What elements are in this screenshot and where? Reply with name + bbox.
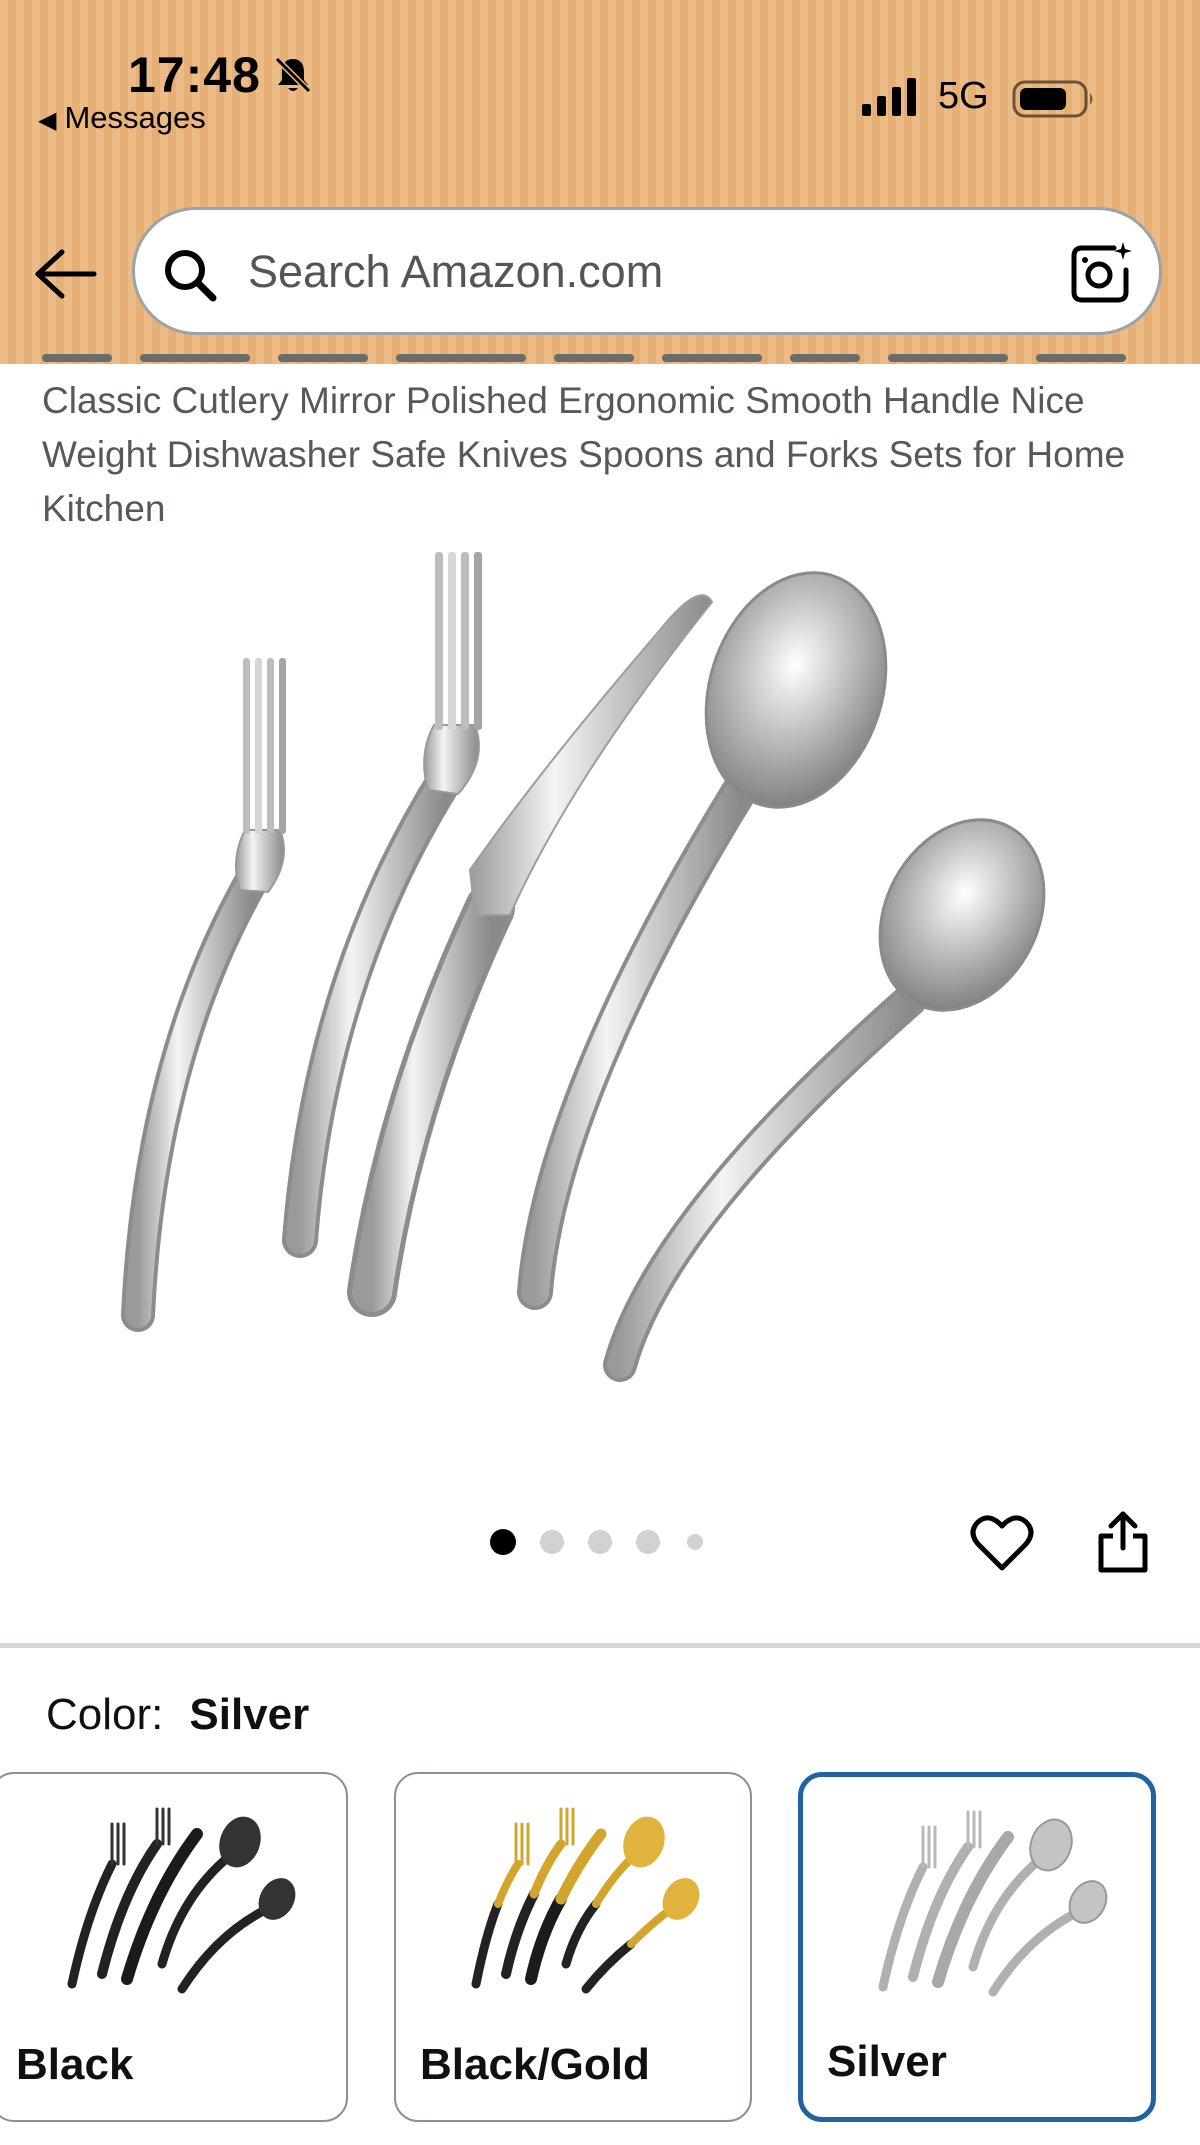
search-icon bbox=[165, 250, 217, 302]
bell-slash-icon bbox=[274, 56, 312, 94]
swatch-image-silver bbox=[878, 1810, 1108, 1997]
product-image[interactable] bbox=[100, 540, 1100, 1420]
pagination-dot[interactable] bbox=[588, 1530, 612, 1554]
swatch-image-black-gold bbox=[471, 1807, 700, 1994]
salad-fork bbox=[121, 658, 286, 1332]
back-arrow-icon[interactable] bbox=[32, 246, 98, 302]
search-input[interactable] bbox=[246, 234, 950, 310]
pagination-dot-active[interactable] bbox=[490, 1529, 516, 1555]
pagination-dot[interactable] bbox=[540, 1530, 564, 1554]
camera-lens-icon[interactable] bbox=[1068, 240, 1134, 306]
color-option-label: Black/Gold bbox=[420, 2040, 650, 2089]
search-bar[interactable] bbox=[132, 207, 1162, 335]
color-option-label: Silver bbox=[827, 2037, 947, 2086]
color-option-label: Black bbox=[16, 2040, 134, 2089]
pagination-dot[interactable] bbox=[636, 1530, 660, 1554]
color-selection-header: Color: Silver bbox=[46, 1690, 309, 1740]
color-option-black[interactable]: Black bbox=[0, 1772, 348, 2122]
product-title[interactable]: Classic Cutlery Mirror Polished Ergonomi… bbox=[42, 374, 1182, 536]
back-app-label: Messages bbox=[64, 100, 206, 135]
back-to-messages[interactable]: ◀ Messages bbox=[38, 100, 206, 136]
back-triangle-icon: ◀ bbox=[38, 107, 57, 134]
heart-icon[interactable] bbox=[970, 1513, 1034, 1573]
cellular-signal-icon bbox=[862, 78, 916, 116]
pagination-dot[interactable] bbox=[687, 1534, 703, 1550]
battery-icon bbox=[1012, 80, 1093, 118]
header: 17:48 ◀ Messages 5G bbox=[0, 0, 1200, 364]
swatch-image-black bbox=[67, 1807, 296, 1994]
selected-color: Silver bbox=[189, 1690, 310, 1739]
section-divider bbox=[0, 1643, 1200, 1648]
status-time: 17:48 bbox=[128, 47, 261, 103]
color-option-silver[interactable]: Silver bbox=[798, 1772, 1156, 2122]
color-option-black-gold[interactable]: Black/Gold bbox=[394, 1772, 752, 2122]
title-clipped-line bbox=[42, 349, 1172, 365]
share-icon[interactable] bbox=[1095, 1508, 1151, 1576]
color-label: Color: bbox=[46, 1690, 164, 1739]
network-type: 5G bbox=[938, 75, 989, 117]
